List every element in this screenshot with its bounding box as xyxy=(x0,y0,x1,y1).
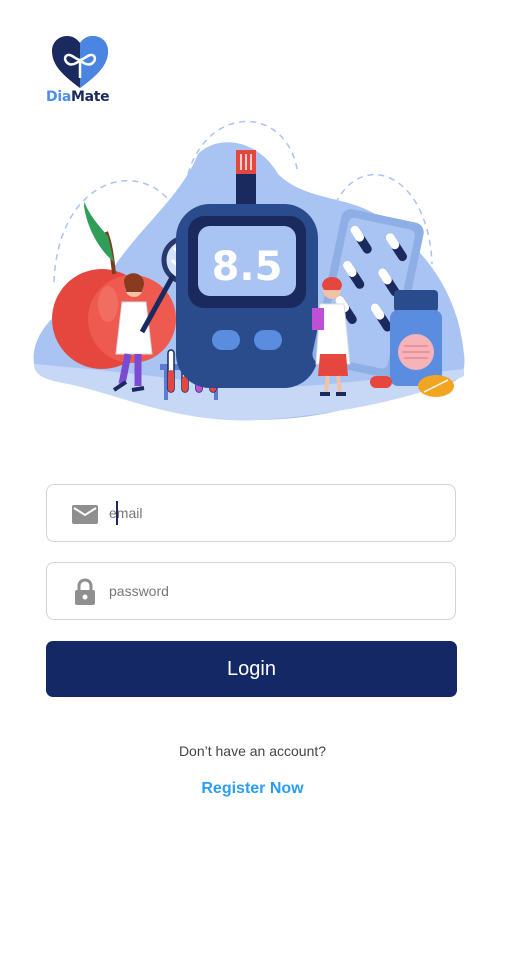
mail-icon xyxy=(72,505,98,524)
password-input[interactable] xyxy=(109,571,439,611)
lock-icon xyxy=(75,578,95,605)
logo-text-mate: Mate xyxy=(70,89,110,105)
app-logo: DiaMate xyxy=(44,34,116,108)
email-input[interactable] xyxy=(109,493,439,533)
logo-text-dia: Dia xyxy=(46,89,71,105)
logo-wordmark: DiaMate xyxy=(46,89,110,105)
no-account-text: Don’t have an account? xyxy=(178,743,327,759)
login-button[interactable]: Login xyxy=(46,641,457,697)
password-field[interactable] xyxy=(46,562,456,620)
heart-logo-icon xyxy=(52,36,108,88)
register-now-link[interactable]: Register Now xyxy=(0,780,505,798)
email-field[interactable] xyxy=(46,484,456,542)
text-cursor xyxy=(116,501,118,525)
meter-reading: 8.5 xyxy=(212,244,283,290)
diabetes-illustration: 8.5 xyxy=(33,120,465,421)
